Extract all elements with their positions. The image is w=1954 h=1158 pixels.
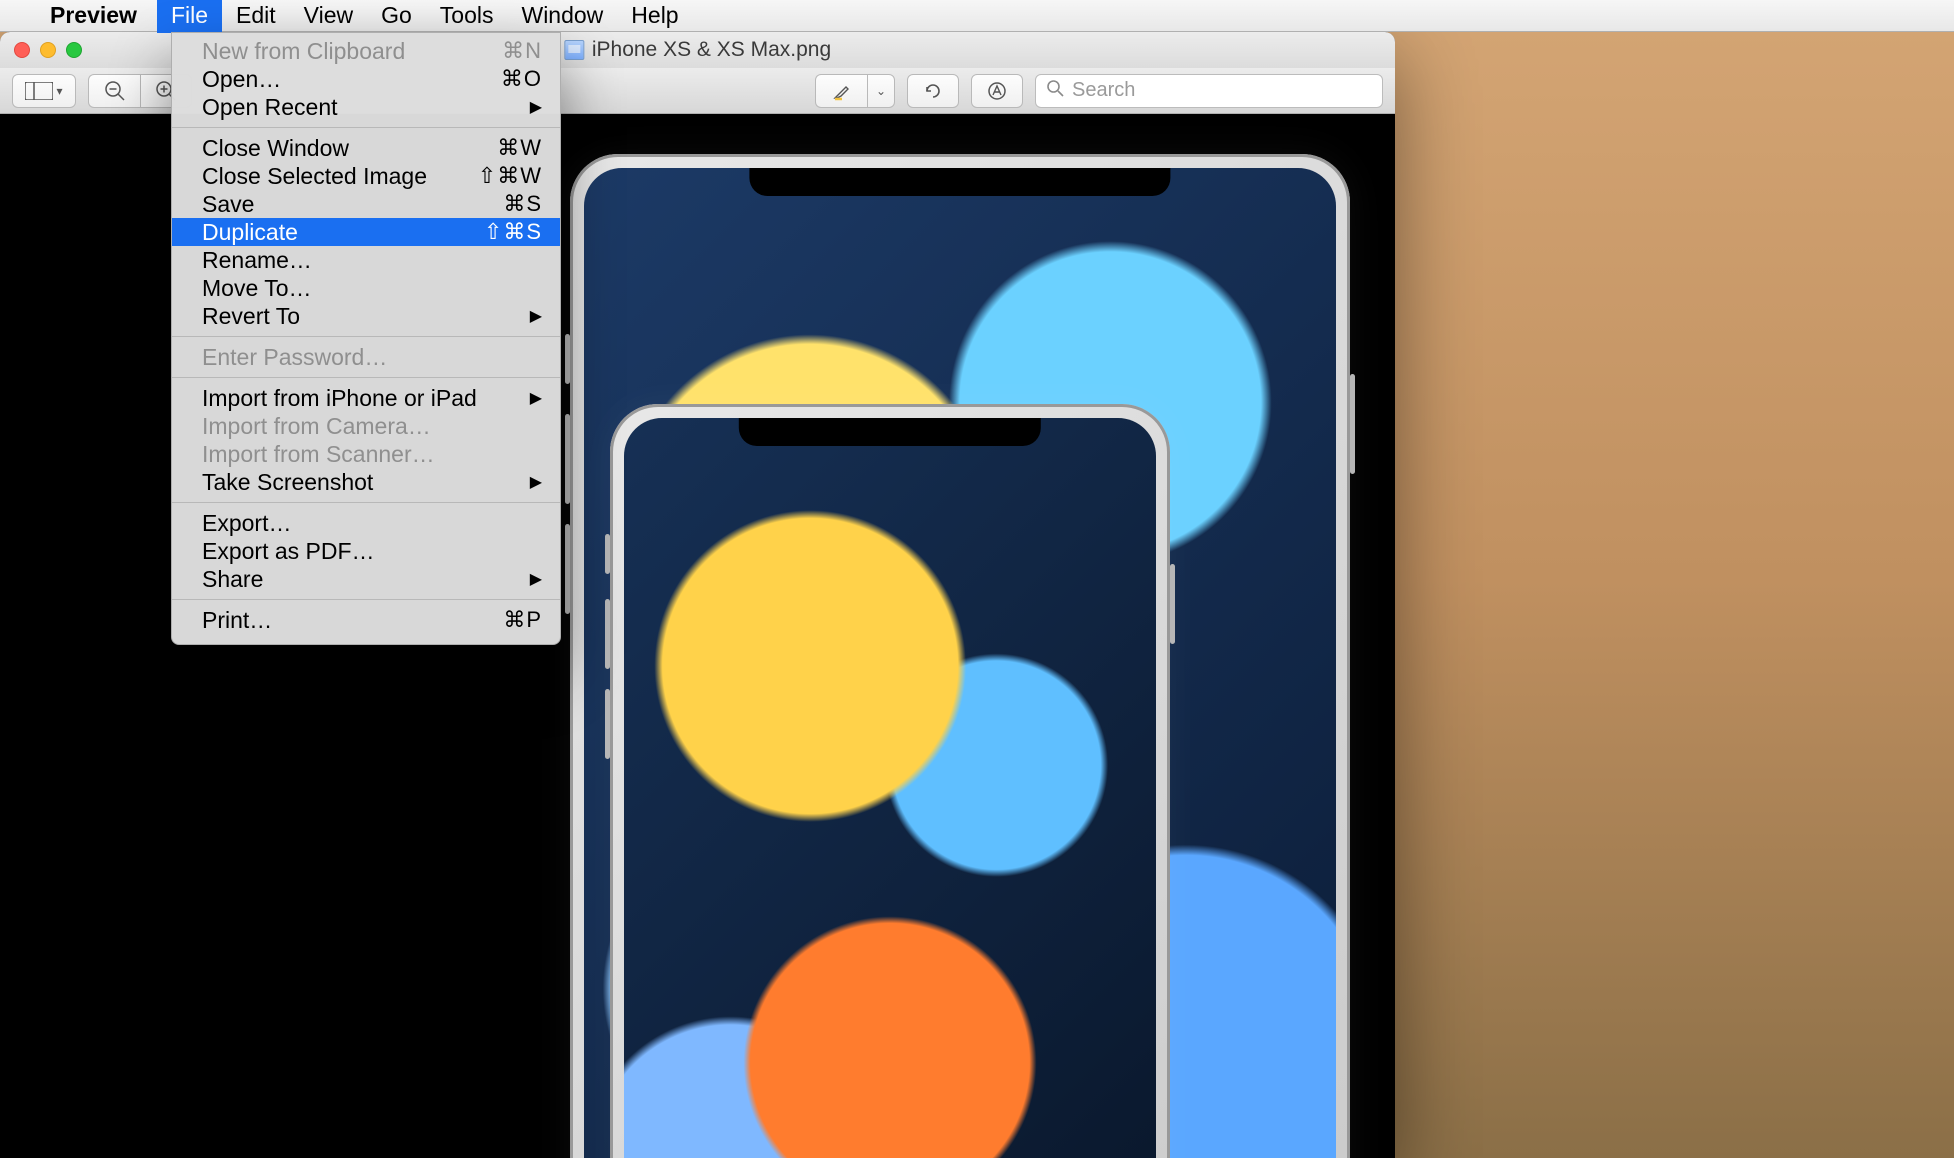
search-input[interactable] [1072, 79, 1372, 102]
menu-view[interactable]: View [290, 0, 367, 33]
menu-item-print[interactable]: Print… ⌘P [172, 606, 560, 634]
menu-item-duplicate[interactable]: Duplicate ⇧⌘S [172, 218, 560, 246]
menu-item-shortcut: ⌘P [503, 607, 542, 633]
document-title[interactable]: iPhone XS & XS Max.png [564, 38, 831, 62]
chevron-down-icon: ⌄ [876, 84, 886, 98]
menu-item-label: Save [202, 191, 254, 218]
menu-item-import-from-scanner: Import from Scanner… [172, 440, 560, 468]
menu-item-label: Import from Scanner… [202, 441, 435, 468]
menu-item-open-recent[interactable]: Open Recent ▶ [172, 93, 560, 121]
menu-item-label: Enter Password… [202, 344, 387, 371]
menu-item-label: Open… [202, 66, 281, 93]
menu-item-take-screenshot[interactable]: Take Screenshot ▶ [172, 468, 560, 496]
menu-item-shortcut: ⇧⌘S [484, 219, 542, 245]
menu-item-move-to[interactable]: Move To… [172, 274, 560, 302]
menu-item-shortcut: ⌘S [503, 191, 542, 217]
menu-item-open[interactable]: Open… ⌘O [172, 65, 560, 93]
menu-item-close-selected-image[interactable]: Close Selected Image ⇧⌘W [172, 162, 560, 190]
menu-item-export[interactable]: Export… [172, 509, 560, 537]
menu-help[interactable]: Help [617, 0, 692, 33]
menu-item-export-as-pdf[interactable]: Export as PDF… [172, 537, 560, 565]
submenu-arrow-icon: ▶ [530, 472, 542, 492]
zoom-out-button[interactable] [88, 74, 140, 108]
markup-button[interactable] [971, 74, 1023, 108]
rotate-button[interactable] [907, 74, 959, 108]
menu-item-label: Open Recent [202, 94, 338, 121]
search-icon [1046, 79, 1064, 102]
app-name[interactable]: Preview [50, 2, 137, 29]
menu-item-label: Print… [202, 607, 272, 634]
sidebar-toggle-button[interactable]: ▾ [12, 74, 76, 108]
highlight-options-button[interactable]: ⌄ [867, 74, 895, 108]
submenu-arrow-icon: ▶ [530, 97, 542, 117]
menu-item-revert-to[interactable]: Revert To ▶ [172, 302, 560, 330]
menu-go[interactable]: Go [367, 0, 426, 33]
menu-item-label: Take Screenshot [202, 469, 373, 496]
menu-item-label: Close Selected Image [202, 163, 427, 190]
menu-window[interactable]: Window [507, 0, 617, 33]
menu-item-label: Duplicate [202, 219, 298, 246]
menu-item-save[interactable]: Save ⌘S [172, 190, 560, 218]
highlight-segment: ⌄ [815, 74, 895, 108]
chevron-down-icon: ▾ [56, 84, 62, 98]
document-filename: iPhone XS & XS Max.png [592, 38, 831, 62]
highlight-button[interactable] [815, 74, 867, 108]
menu-item-rename[interactable]: Rename… [172, 246, 560, 274]
menu-item-shortcut: ⌘W [497, 135, 542, 161]
menu-item-label: Export… [202, 510, 291, 537]
image-content [610, 404, 1170, 1158]
menu-item-label: Move To… [202, 275, 312, 302]
menu-item-import-from-iphone-or-ipad[interactable]: Import from iPhone or iPad ▶ [172, 384, 560, 412]
submenu-arrow-icon: ▶ [530, 306, 542, 326]
menu-item-shortcut: ⌘O [501, 66, 542, 92]
menu-item-label: Import from iPhone or iPad [202, 385, 477, 412]
file-menu-dropdown: New from Clipboard ⌘N Open… ⌘O Open Recent ▶ C… [171, 32, 561, 645]
menu-item-enter-password: Enter Password… [172, 343, 560, 371]
menubar: Preview File Edit View Go Tools Window H… [0, 0, 1954, 32]
minimize-window-button[interactable] [40, 42, 56, 58]
zoom-window-button[interactable] [66, 42, 82, 58]
menu-item-import-from-camera: Import from Camera… [172, 412, 560, 440]
menu-item-shortcut: ⌘N [502, 38, 542, 64]
traffic-lights [0, 42, 82, 58]
menu-item-new-from-clipboard: New from Clipboard ⌘N [172, 37, 560, 65]
menu-item-share[interactable]: Share ▶ [172, 565, 560, 593]
menu-item-close-window[interactable]: Close Window ⌘W [172, 134, 560, 162]
menu-item-label: Revert To [202, 303, 300, 330]
submenu-arrow-icon: ▶ [530, 569, 542, 589]
menu-edit[interactable]: Edit [222, 0, 290, 33]
menu-item-label: Close Window [202, 135, 349, 162]
menu-item-label: Share [202, 566, 263, 593]
menu-item-label: Import from Camera… [202, 413, 431, 440]
menu-file[interactable]: File [157, 0, 222, 33]
document-icon [564, 40, 584, 60]
menu-item-shortcut: ⇧⌘W [478, 163, 542, 189]
submenu-arrow-icon: ▶ [530, 388, 542, 408]
close-window-button[interactable] [14, 42, 30, 58]
menu-item-label: Rename… [202, 247, 312, 274]
menu-tools[interactable]: Tools [426, 0, 508, 33]
menu-item-label: Export as PDF… [202, 538, 375, 565]
search-field[interactable] [1035, 74, 1383, 108]
menu-item-label: New from Clipboard [202, 38, 405, 65]
